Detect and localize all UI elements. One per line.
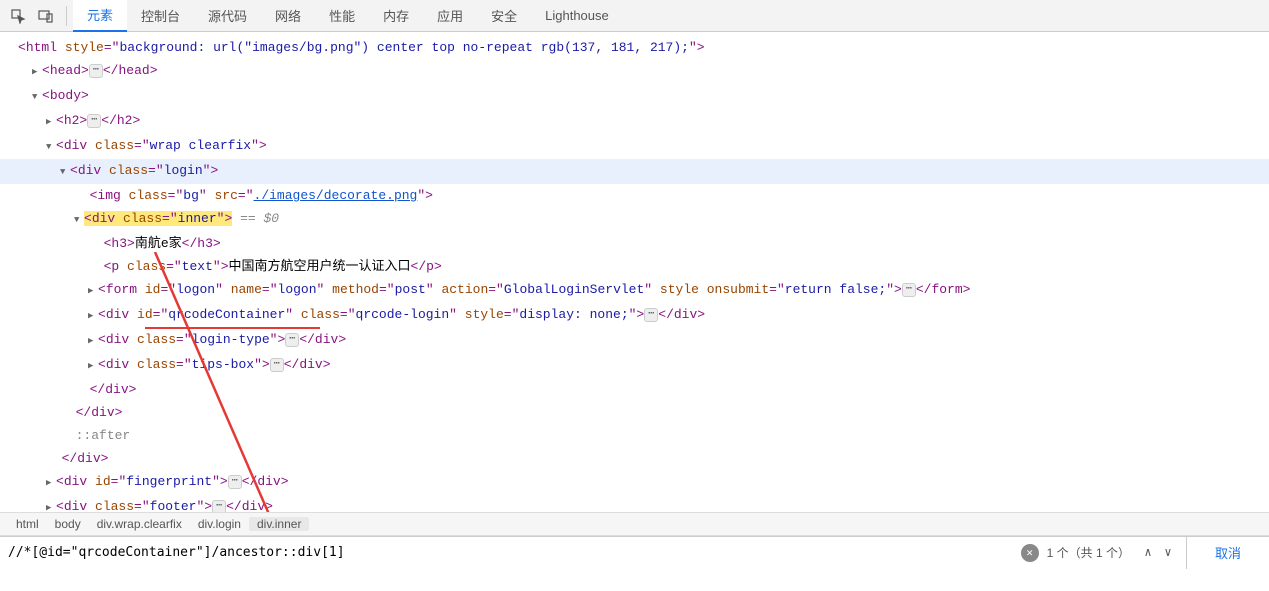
ellipsis-icon[interactable] [644, 308, 658, 322]
dom-node-login[interactable]: <div class="login"> [0, 159, 1269, 184]
expand-arrow[interactable] [46, 497, 56, 512]
crumb-html[interactable]: html [8, 517, 47, 531]
dom-node-p[interactable]: <p class="text">中国南方航空用户统一认证入口</p> [0, 255, 1269, 278]
device-toggle-icon[interactable] [32, 2, 60, 30]
tab-memory[interactable]: 内存 [369, 0, 423, 32]
tab-security[interactable]: 安全 [477, 0, 531, 32]
breadcrumb: html body div.wrap.clearfix div.login di… [0, 512, 1269, 536]
dom-node-close[interactable]: </div> [0, 401, 1269, 424]
collapse-arrow[interactable] [46, 136, 56, 157]
tab-network[interactable]: 网络 [261, 0, 315, 32]
ellipsis-icon[interactable] [285, 333, 299, 347]
dom-node-logintype[interactable]: <div class="login-type"></div> [0, 328, 1269, 353]
search-input[interactable] [0, 545, 1021, 560]
expand-arrow[interactable] [32, 61, 42, 82]
toolbar-divider [66, 6, 67, 26]
ellipsis-icon[interactable] [212, 500, 226, 512]
collapse-arrow[interactable] [60, 161, 70, 182]
dom-node-after[interactable]: ::after [0, 424, 1269, 447]
clear-icon[interactable]: ✕ [1021, 544, 1039, 562]
expand-arrow[interactable] [88, 280, 98, 301]
expand-arrow[interactable] [88, 330, 98, 351]
collapse-arrow[interactable] [32, 86, 42, 107]
dom-node-wrap[interactable]: <div class="wrap clearfix"> [0, 134, 1269, 159]
tab-sources[interactable]: 源代码 [194, 0, 261, 32]
dom-node-footer[interactable]: <div class="footer"></div> [0, 495, 1269, 512]
dom-node-tipsbox[interactable]: <div class="tips-box"></div> [0, 353, 1269, 378]
search-count: 1 个（共 1 个） [1047, 544, 1130, 561]
tab-application[interactable]: 应用 [423, 0, 477, 32]
dom-node-inner[interactable]: ⋯ <div class="inner"> == $0 [0, 207, 1269, 232]
devtools-toolbar: 元素 控制台 源代码 网络 性能 内存 应用 安全 Lighthouse [0, 0, 1269, 32]
dom-node-head[interactable]: <head></head> [0, 59, 1269, 84]
ellipsis-icon[interactable] [902, 283, 916, 297]
crumb-wrap[interactable]: div.wrap.clearfix [89, 517, 190, 531]
ellipsis-icon[interactable] [228, 475, 242, 489]
dom-node-html[interactable]: <html style="background: url("images/bg.… [0, 36, 1269, 59]
tab-elements[interactable]: 元素 [73, 0, 127, 32]
expand-arrow[interactable] [46, 472, 56, 493]
expand-arrow[interactable] [46, 111, 56, 132]
dom-node-qrcode[interactable]: <div id="qrcodeContainer" class="qrcode-… [0, 303, 1269, 328]
tab-performance[interactable]: 性能 [315, 0, 369, 32]
ellipsis-icon[interactable] [89, 64, 103, 78]
dom-node-form[interactable]: <form id="logon" name="logon" method="po… [0, 278, 1269, 303]
expand-arrow[interactable] [88, 305, 98, 326]
expand-arrow[interactable] [88, 355, 98, 376]
collapse-arrow[interactable] [74, 209, 84, 230]
inspect-icon[interactable] [4, 2, 32, 30]
elements-tree[interactable]: <html style="background: url("images/bg.… [0, 32, 1269, 512]
dom-node-h3[interactable]: <h3>南航e家</h3> [0, 232, 1269, 255]
ellipsis-icon[interactable] [87, 114, 101, 128]
crumb-inner[interactable]: div.inner [249, 517, 309, 531]
crumb-body[interactable]: body [47, 517, 89, 531]
tab-lighthouse[interactable]: Lighthouse [531, 0, 623, 32]
dom-node-body[interactable]: <body> [0, 84, 1269, 109]
crumb-login[interactable]: div.login [190, 517, 249, 531]
dom-node-close[interactable]: </div> [0, 378, 1269, 401]
ellipsis-icon[interactable] [270, 358, 284, 372]
prev-match-icon[interactable]: ∧ [1138, 543, 1158, 563]
search-bar: ✕ 1 个（共 1 个） ∧ ∨ 取消 [0, 536, 1269, 568]
cancel-button[interactable]: 取消 [1186, 537, 1269, 569]
dom-node-h2[interactable]: <h2></h2> [0, 109, 1269, 134]
tab-console[interactable]: 控制台 [127, 0, 194, 32]
dom-node-close[interactable]: </div> [0, 447, 1269, 470]
dom-node-fingerprint[interactable]: <div id="fingerprint"></div> [0, 470, 1269, 495]
next-match-icon[interactable]: ∨ [1158, 543, 1178, 563]
dom-node-img[interactable]: <img class="bg" src="./images/decorate.p… [0, 184, 1269, 207]
